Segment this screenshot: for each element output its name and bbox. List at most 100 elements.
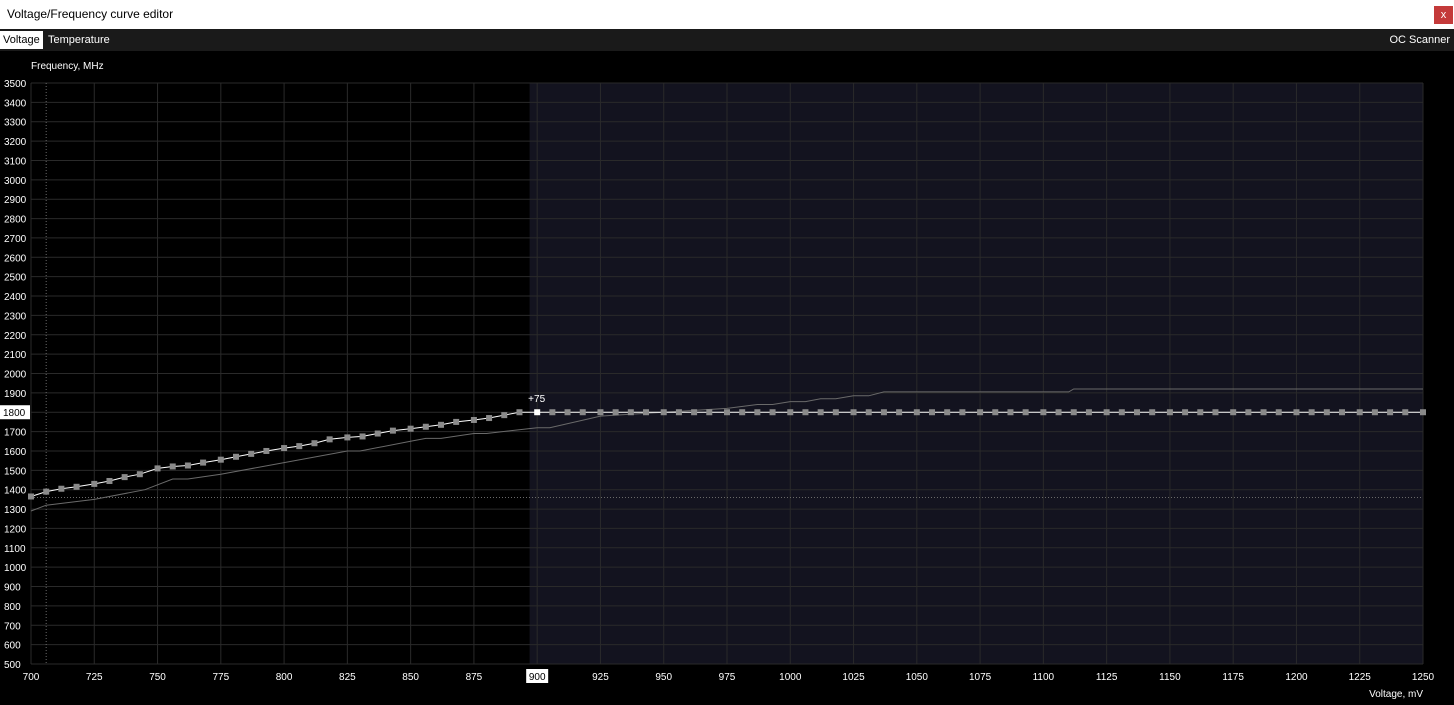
tab-voltage[interactable]: Voltage: [0, 31, 43, 49]
curve-point: [832, 409, 839, 416]
y-tick-label: 2900: [4, 195, 27, 206]
curve-point: [1420, 409, 1426, 416]
curve-point: [1356, 409, 1363, 416]
curve-point: [977, 409, 984, 416]
y-tick-label: 1200: [4, 524, 27, 535]
curve-point: [281, 445, 288, 452]
curve-point: [992, 409, 999, 416]
y-tick-label: 2300: [4, 311, 27, 322]
y-tick-label: 1000: [4, 563, 27, 574]
y-tick-label: 2000: [4, 370, 27, 381]
curve-point: [359, 433, 366, 440]
x-tick-label: 800: [276, 672, 293, 683]
y-tick-label: 800: [4, 602, 21, 613]
curve-point: [1197, 409, 1204, 416]
curve-point: [296, 443, 303, 450]
curve-point: [263, 447, 270, 454]
x-tick-label: 1000: [779, 672, 802, 683]
x-tick-label: 1075: [969, 672, 992, 683]
tab-temperature[interactable]: Temperature: [45, 31, 113, 49]
y-tick-label: 700: [4, 621, 21, 632]
y-tick-label: 500: [4, 660, 21, 671]
curve-point: [407, 425, 414, 432]
y-tick-label: 1300: [4, 505, 27, 516]
x-tick-label: 1100: [1033, 672, 1055, 683]
y-tick-label: 1100: [4, 544, 26, 555]
curve-point: [1339, 409, 1346, 416]
y-tick-label: 2500: [4, 273, 27, 284]
y-tick-label: 3100: [4, 156, 27, 167]
y-tick-label: 900: [4, 583, 21, 594]
y-tick-label: 2200: [4, 331, 27, 342]
x-tick-label: 1150: [1159, 672, 1181, 683]
curve-point: [106, 477, 113, 484]
x-axis-label: Voltage, mV: [1369, 689, 1423, 700]
curve-point: [612, 409, 619, 416]
oc-scanner-button[interactable]: OC Scanner: [1389, 31, 1450, 49]
curve-point: [43, 488, 50, 495]
curve-point: [1323, 409, 1330, 416]
curve-point: [880, 409, 887, 416]
x-tick-label: 1125: [1096, 672, 1118, 683]
x-tick-label: 1250: [1412, 672, 1435, 683]
y-tick-label: 2800: [4, 215, 27, 226]
curve-point: [802, 409, 809, 416]
x-tick-label: 950: [655, 672, 672, 683]
curve-point: [787, 409, 794, 416]
y-tick-label: 1600: [4, 447, 27, 458]
y-tick-label: 1900: [4, 389, 27, 400]
window-title: Voltage/Frequency curve editor: [7, 7, 174, 21]
curve-point: [501, 412, 508, 419]
curve-point: [1387, 409, 1394, 416]
x-tick-label: 925: [592, 672, 609, 683]
curve-point: [486, 415, 493, 422]
curve-point: [850, 409, 857, 416]
curve-point: [691, 409, 698, 416]
curve-point: [754, 409, 761, 416]
selected-voltage-label: 900: [529, 672, 546, 683]
curve-point: [248, 450, 255, 457]
x-tick-label: 700: [23, 672, 40, 683]
curve-point: [438, 421, 445, 428]
curve-point: [627, 409, 634, 416]
x-tick-label: 875: [466, 672, 483, 683]
curve-point: [1182, 409, 1189, 416]
title-bar: Voltage/Frequency curve editor x: [0, 0, 1454, 29]
curve-point: [564, 409, 571, 416]
y-tick-label: 2100: [4, 350, 27, 361]
offset-label: +75: [528, 394, 545, 405]
curve-point: [1275, 409, 1282, 416]
x-tick-label: 1225: [1349, 672, 1372, 683]
y-tick-label: 3300: [4, 118, 27, 129]
y-tick-label: 1700: [4, 428, 27, 439]
x-tick-label: 725: [86, 672, 103, 683]
x-tick-label: 1025: [842, 672, 865, 683]
y-tick-label: 1500: [4, 466, 27, 477]
x-tick-label: 750: [149, 672, 166, 683]
curve-point: [597, 409, 604, 416]
curve-point: [1118, 409, 1125, 416]
curve-point: [73, 483, 80, 490]
curve-point: [1085, 409, 1092, 416]
curve-point: [1402, 409, 1409, 416]
curve-point: [389, 427, 396, 434]
curve-point: [121, 474, 128, 481]
y-axis: 500 600 700 800 900 1000 1100 1200 1300 1400 1500 1…: [4, 79, 27, 671]
curve-point: [200, 459, 207, 466]
curve-point: [154, 465, 161, 472]
curve-point: [169, 463, 176, 470]
y-tick-label: 3000: [4, 176, 27, 187]
y-tick-label: 3200: [4, 137, 27, 148]
selected-frequency-label: 1800: [3, 408, 26, 419]
y-tick-label: 600: [4, 641, 21, 652]
curve-point: [944, 409, 951, 416]
vf-curve-chart[interactable]: 500 600 700 800 900 1000 1100 1200 1300 1400 1500 1…: [0, 51, 1454, 705]
y-tick-label: 2400: [4, 292, 27, 303]
curve-point: [706, 409, 713, 416]
curve-point: [1022, 409, 1029, 416]
y-axis-label: Frequency, MHz: [31, 61, 104, 72]
curve-point: [579, 409, 586, 416]
curve-point: [1230, 409, 1237, 416]
curve-point: [1293, 409, 1300, 416]
close-button[interactable]: x: [1434, 6, 1453, 24]
